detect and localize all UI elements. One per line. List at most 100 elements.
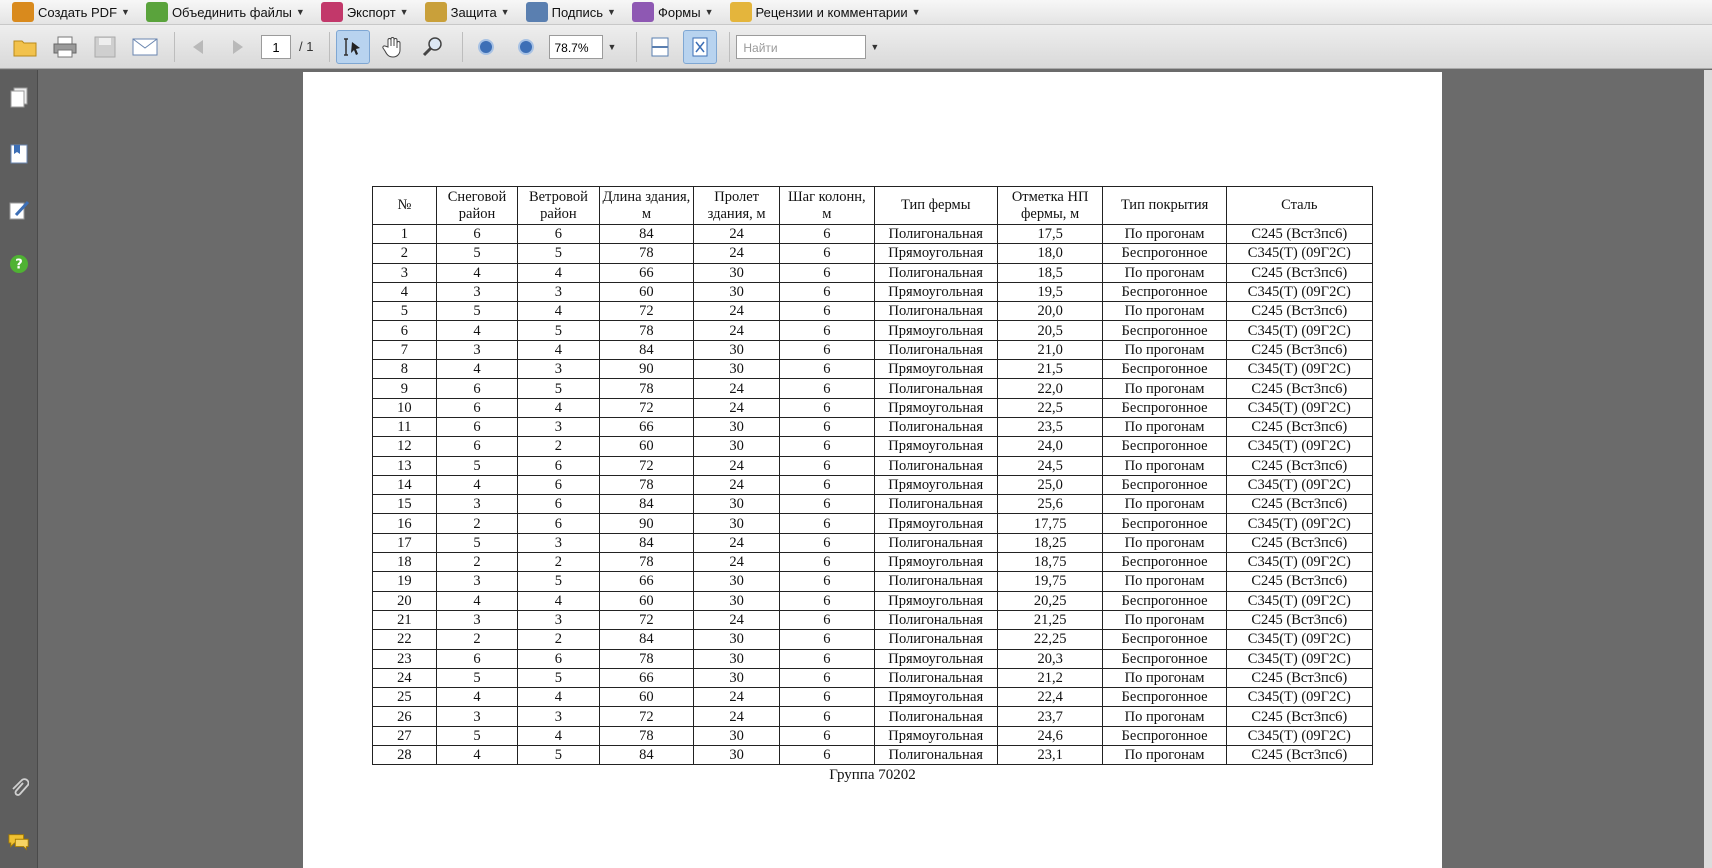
menu-bar: Создать PDF ▼ Объединить файлы ▼ Экспорт ▼ Защ… [0, 0, 1712, 25]
bookmarks-panel-icon[interactable] [8, 142, 30, 166]
table-cell: 21,5 [996, 359, 1104, 380]
table-cell: Беспрогонное [1102, 590, 1227, 611]
zoom-out-icon[interactable] [469, 30, 503, 64]
menu-pen[interactable]: Подпись ▼ [522, 0, 628, 25]
comments-panel-icon[interactable] [8, 830, 30, 854]
menu-form[interactable]: Формы ▼ [628, 0, 726, 25]
table-cell: Беспрогонное [1102, 320, 1227, 341]
menu-combine-files[interactable]: Объединить файлы ▼ [142, 0, 317, 25]
zoom-in-icon[interactable] [509, 30, 543, 64]
open-folder-icon[interactable] [8, 30, 42, 64]
table-cell: 24 [693, 301, 781, 322]
page-number-input[interactable]: 1 [261, 34, 291, 59]
table-cell: 6 [372, 320, 437, 341]
table-row: 4 3 3 60 30 6 Прямоугольная 19,5 Беспрогонное С34… [372, 281, 1374, 303]
select-text-tool-icon[interactable] [336, 29, 371, 64]
menu-export[interactable]: Экспорт ▼ [317, 0, 421, 25]
print-icon[interactable] [48, 30, 82, 64]
table-cell: 6 [779, 687, 875, 708]
table-row: 2 5 5 78 24 6 Прямоугольная 18,0 Беспрогонное С34… [372, 243, 1374, 264]
next-page-icon[interactable] [221, 30, 255, 64]
table-cell: 3 [435, 609, 519, 631]
find-dropdown-icon[interactable]: ▼ [870, 42, 879, 52]
table-cell: 6 [517, 513, 600, 534]
column-header: Отметка НП фермы, м [996, 186, 1104, 225]
table-cell: Полигональная [873, 706, 998, 727]
table-cell: 18,0 [996, 243, 1104, 264]
table-cell: 66 [598, 571, 695, 592]
table-cell: 18 [372, 552, 437, 573]
table-row: 12 6 2 60 30 6 Прямоугольная 24,0 Беспрогонное С3… [372, 436, 1374, 457]
menu-create-pdf[interactable]: Создать PDF ▼ [8, 0, 142, 25]
signatures-panel-icon[interactable] [8, 198, 30, 222]
table-cell: 25,6 [996, 494, 1104, 515]
table-cell: Прямоугольная [873, 320, 998, 341]
fit-page-icon[interactable] [683, 29, 718, 64]
table-cell: Прямоугольная [873, 590, 998, 611]
table-row: 22 2 2 84 30 6 Полигональная 22,25 Беспрогонное С… [372, 629, 1374, 650]
table-cell: Беспрогонное [1102, 648, 1227, 669]
table-row: 27 5 4 78 30 6 Прямоугольная 24,6 Беспрогонное С3… [372, 725, 1374, 747]
table-cell: 78 [598, 648, 695, 669]
table-cell: 6 [779, 339, 875, 361]
table-cell: 30 [693, 571, 781, 592]
table-cell: 66 [598, 262, 695, 283]
menu-comment[interactable]: Рецензии и комментарии ▼ [726, 0, 933, 25]
zoom-dropdown-icon[interactable]: ▼ [607, 42, 616, 52]
menu-lock[interactable]: Защита ▼ [421, 0, 522, 25]
find-input[interactable]: Найти [736, 34, 867, 59]
vertical-scrollbar[interactable] [1704, 70, 1712, 868]
pages-panel-icon[interactable] [8, 86, 30, 110]
table-cell: Беспрогонное [1102, 474, 1227, 496]
table-cell: 6 [779, 474, 875, 496]
table-cell: Прямоугольная [873, 359, 998, 380]
export-icon [320, 2, 343, 22]
table-cell: Беспрогонное [1102, 687, 1227, 708]
table-cell: 78 [598, 552, 695, 573]
toolbar-divider [636, 31, 638, 62]
table-cell: 3 [517, 706, 600, 727]
table-cell: 6 [435, 416, 519, 438]
table-cell: 15 [372, 494, 437, 515]
table-cell: 17,5 [996, 223, 1104, 245]
table-cell: 20,5 [996, 320, 1104, 341]
zoom-level-input[interactable]: 78.7% [549, 34, 604, 59]
table-cell: Прямоугольная [873, 243, 998, 264]
help-icon[interactable]: ? [8, 252, 30, 276]
table-cell: 4 [372, 281, 437, 303]
table-cell: 5 [517, 378, 600, 399]
table-cell: 24 [693, 378, 781, 399]
toolbar-divider [174, 31, 175, 62]
table-cell: 66 [598, 667, 695, 689]
table-cell: 4 [435, 262, 519, 283]
hand-tool-icon[interactable] [376, 30, 410, 64]
table-cell: С345(Т) (09Г2С) [1225, 474, 1374, 496]
table-cell: 17 [372, 532, 437, 554]
table-cell: 78 [598, 320, 695, 341]
table-cell: Беспрогонное [1102, 552, 1227, 573]
table-cell: 5 [435, 455, 519, 476]
fit-width-icon[interactable] [643, 30, 677, 64]
menu-label: Формы [657, 4, 701, 20]
table-cell: 24 [693, 474, 781, 496]
table-cell: 24 [693, 706, 781, 727]
table-cell: 90 [598, 359, 695, 380]
save-icon[interactable] [88, 30, 122, 64]
marquee-zoom-icon[interactable] [416, 30, 450, 64]
table-cell: Прямоугольная [873, 281, 998, 303]
table-cell: 24 [693, 687, 781, 708]
email-icon[interactable] [128, 30, 162, 64]
toolbar: 1 / 1 78.7% ▼ Найти ▼ [0, 25, 1712, 69]
table-cell: Полигональная [873, 609, 998, 631]
table-cell: 24,5 [996, 455, 1104, 476]
table-cell: 5 [517, 745, 600, 766]
table-cell: 22 [372, 629, 437, 650]
attachments-icon[interactable] [8, 776, 30, 800]
table-cell: 4 [517, 397, 600, 418]
table-cell: 5 [435, 725, 519, 747]
previous-page-icon[interactable] [181, 30, 215, 64]
table-cell: 2 [517, 436, 600, 457]
table-cell: 6 [435, 378, 519, 399]
table-cell: 30 [693, 745, 781, 766]
table-cell: С245 (Вст3пс6) [1225, 339, 1374, 361]
